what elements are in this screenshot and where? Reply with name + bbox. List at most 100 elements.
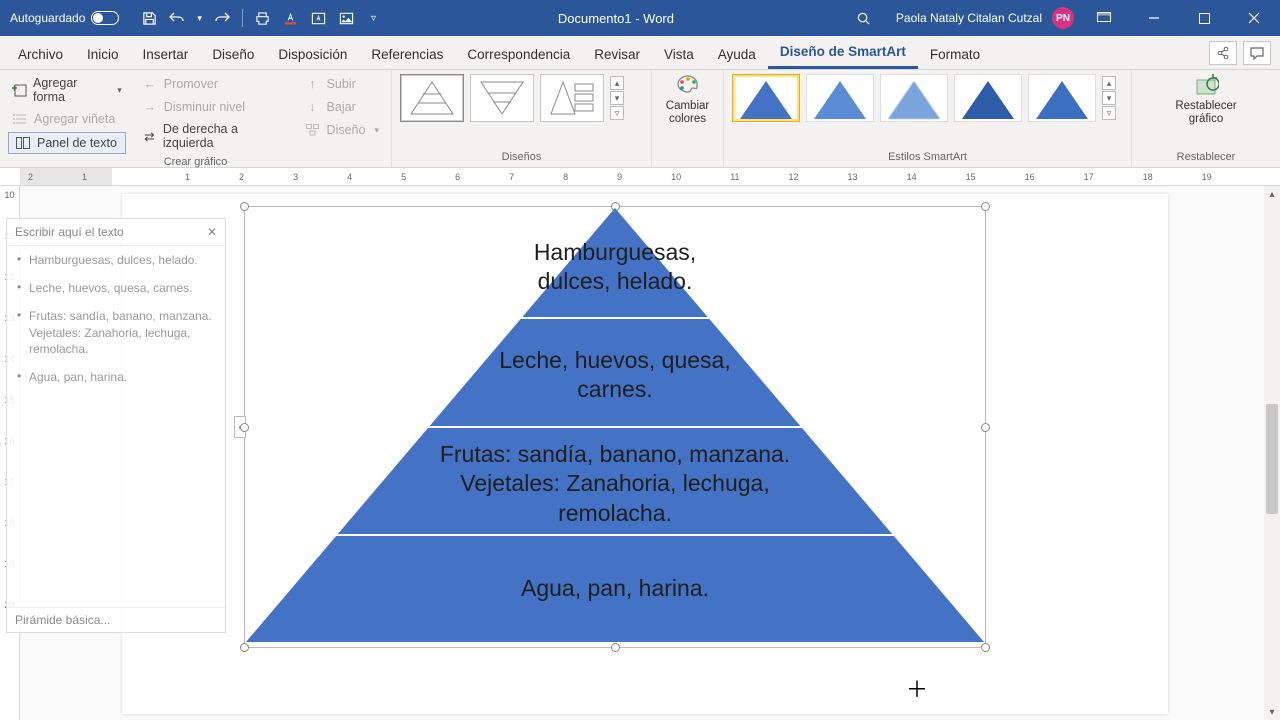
palette-icon	[674, 74, 702, 96]
font-color-icon[interactable]	[283, 10, 299, 26]
tab-archivo[interactable]: Archivo	[6, 40, 75, 69]
layout-pyramid-list[interactable]	[540, 74, 604, 122]
chevron-more-icon[interactable]: ▿	[1102, 106, 1116, 120]
group-label-estilos: Estilos SmartArt	[732, 149, 1123, 165]
tab-correspondencia[interactable]: Correspondencia	[455, 40, 582, 69]
arrow-up-icon: ↑	[305, 76, 321, 92]
scroll-down-icon[interactable]: ▾	[1264, 704, 1280, 720]
style-4[interactable]	[954, 74, 1022, 122]
close-icon[interactable]: ✕	[207, 225, 217, 239]
resize-handle[interactable]	[240, 643, 249, 652]
close-icon[interactable]	[1234, 3, 1274, 33]
pyramid-level-4[interactable]: Agua, pan, harina.	[244, 574, 986, 603]
style-1[interactable]	[732, 74, 800, 122]
bullet-icon	[12, 111, 28, 127]
maximize-icon[interactable]	[1184, 3, 1224, 33]
panel-texto-button[interactable]: Panel de texto	[8, 132, 126, 154]
reset-icon	[1193, 74, 1219, 96]
layout-gallery-spinner[interactable]: ▴▾▿	[610, 76, 624, 120]
pyramid-level-1[interactable]: Hamburguesas, dulces, helado.	[244, 238, 986, 297]
style-5[interactable]	[1028, 74, 1096, 122]
style-3[interactable]	[880, 74, 948, 122]
tab-revisar[interactable]: Revisar	[582, 40, 652, 69]
qat-sep: ▾	[197, 13, 202, 24]
tab-diseno[interactable]: Diseño	[200, 40, 266, 69]
arrow-right-icon: →	[142, 99, 158, 115]
toggle-icon	[91, 11, 119, 25]
undo-icon[interactable]	[169, 10, 185, 26]
text-pane-icon	[15, 135, 31, 151]
vertical-scrollbar[interactable]: ▴ ▾	[1264, 186, 1280, 720]
chevron-up-icon[interactable]: ▴	[610, 76, 624, 90]
group-label-disenos: Diseños	[400, 149, 643, 165]
arrow-left-icon: ←	[142, 76, 158, 92]
pyramid-chart[interactable]: Hamburguesas, dulces, helado. Leche, hue…	[244, 206, 986, 644]
layout-pyramid-down[interactable]	[470, 74, 534, 122]
pyramid-level-3[interactable]: Frutas: sandía, banano, manzana. Vejetal…	[244, 440, 986, 528]
agregar-vineta-button: Agregar viñeta	[8, 109, 126, 129]
tab-diseno-smartart[interactable]: Diseño de SmartArt	[768, 37, 918, 69]
smartart-frame[interactable]: ‹ Hamburguesas, dulces, helado. Leche, h…	[244, 206, 986, 648]
text-pane[interactable]: Escribir aquí el texto ✕ Hamburguesas, d…	[6, 218, 226, 633]
resize-handle[interactable]	[981, 643, 990, 652]
agregar-forma-button[interactable]: Agregar forma▾	[8, 74, 126, 106]
pyramid-level-2[interactable]: Leche, huevos, quesa, carnes.	[244, 346, 986, 405]
text-pane-item[interactable]: Hamburguesas, dulces, helado.	[7, 246, 225, 274]
flip-icon: ⇄	[142, 128, 157, 144]
text-pane-item[interactable]: Agua, pan, harina.	[7, 363, 225, 391]
layout-pyramid-up[interactable]	[400, 74, 464, 122]
ruler-horizontal[interactable]: 2112345678910111213141516171819	[0, 168, 1280, 186]
ribbon-tabs: Archivo Inicio Insertar Diseño Disposici…	[0, 36, 1280, 70]
disminuir-button: →Disminuir nivel	[138, 97, 289, 117]
text-pane-footer: Pirámide básica...	[7, 607, 225, 632]
tab-inicio[interactable]: Inicio	[75, 40, 131, 69]
chevron-down-icon[interactable]: ▾	[1102, 91, 1116, 105]
comments-icon[interactable]	[1243, 41, 1271, 65]
separator	[242, 9, 243, 27]
text-pane-item[interactable]: Leche, huevos, quesa, carnes.	[7, 274, 225, 302]
tab-ayuda[interactable]: Ayuda	[706, 40, 768, 69]
image-icon[interactable]	[339, 10, 355, 26]
avatar[interactable]: PN	[1052, 7, 1074, 29]
redo-icon[interactable]	[214, 10, 230, 26]
search-icon[interactable]	[856, 10, 872, 26]
group-label-colores	[660, 161, 715, 165]
tab-formato[interactable]: Formato	[918, 40, 992, 69]
save-icon[interactable]	[141, 10, 157, 26]
subir-button: ↑Subir	[301, 74, 383, 94]
chevron-more-icon[interactable]: ▿	[610, 106, 624, 120]
arrow-down-icon: ↓	[305, 99, 321, 115]
scroll-up-icon[interactable]: ▴	[1264, 186, 1280, 202]
text-pane-item[interactable]: Frutas: sandía, banano, manzana. Vejetal…	[7, 302, 225, 363]
user-name: Paola Nataly Citalan Cutzal	[896, 11, 1042, 25]
tab-disposicion[interactable]: Disposición	[266, 40, 359, 69]
style-gallery-spinner[interactable]: ▴▾▿	[1102, 76, 1116, 120]
ribbon: Agregar forma▾ Agregar viñeta Panel de t…	[0, 70, 1280, 168]
restablecer-button[interactable]: Restablecer gráfico	[1171, 74, 1241, 126]
chevron-up-icon[interactable]: ▴	[1102, 76, 1116, 90]
diseno-button: Diseño▾	[301, 120, 383, 140]
share-icon[interactable]	[1209, 41, 1237, 65]
chevron-down-icon[interactable]: ▾	[610, 91, 624, 105]
promover-button: ←Promover	[138, 74, 289, 94]
resize-handle[interactable]	[611, 643, 620, 652]
minimize-icon[interactable]	[1134, 3, 1174, 33]
textbox-icon[interactable]	[311, 10, 327, 26]
add-shape-icon	[12, 82, 27, 98]
ribbon-mode-icon[interactable]	[1084, 3, 1124, 33]
autosave-toggle[interactable]: Autoguardado	[10, 11, 119, 25]
tab-insertar[interactable]: Insertar	[131, 40, 201, 69]
style-2[interactable]	[806, 74, 874, 122]
cambiar-colores-button[interactable]: Cambiar colores	[660, 74, 715, 126]
tab-vista[interactable]: Vista	[652, 40, 706, 69]
text-pane-title: Escribir aquí el texto	[15, 225, 124, 239]
tab-referencias[interactable]: Referencias	[359, 40, 455, 69]
document-title: Documento1 - Word	[376, 11, 856, 26]
group-label-restablecer: Restablecer	[1140, 149, 1272, 165]
layout-icon	[305, 122, 321, 138]
bajar-button: ↓Bajar	[301, 97, 383, 117]
title-bar: Autoguardado ▾ ▿ Documento1 - Word Paola…	[0, 0, 1280, 36]
scroll-thumb[interactable]	[1266, 404, 1278, 514]
derecha-izq-button[interactable]: ⇄De derecha a izquierda	[138, 120, 289, 152]
print-icon[interactable]	[255, 10, 271, 26]
